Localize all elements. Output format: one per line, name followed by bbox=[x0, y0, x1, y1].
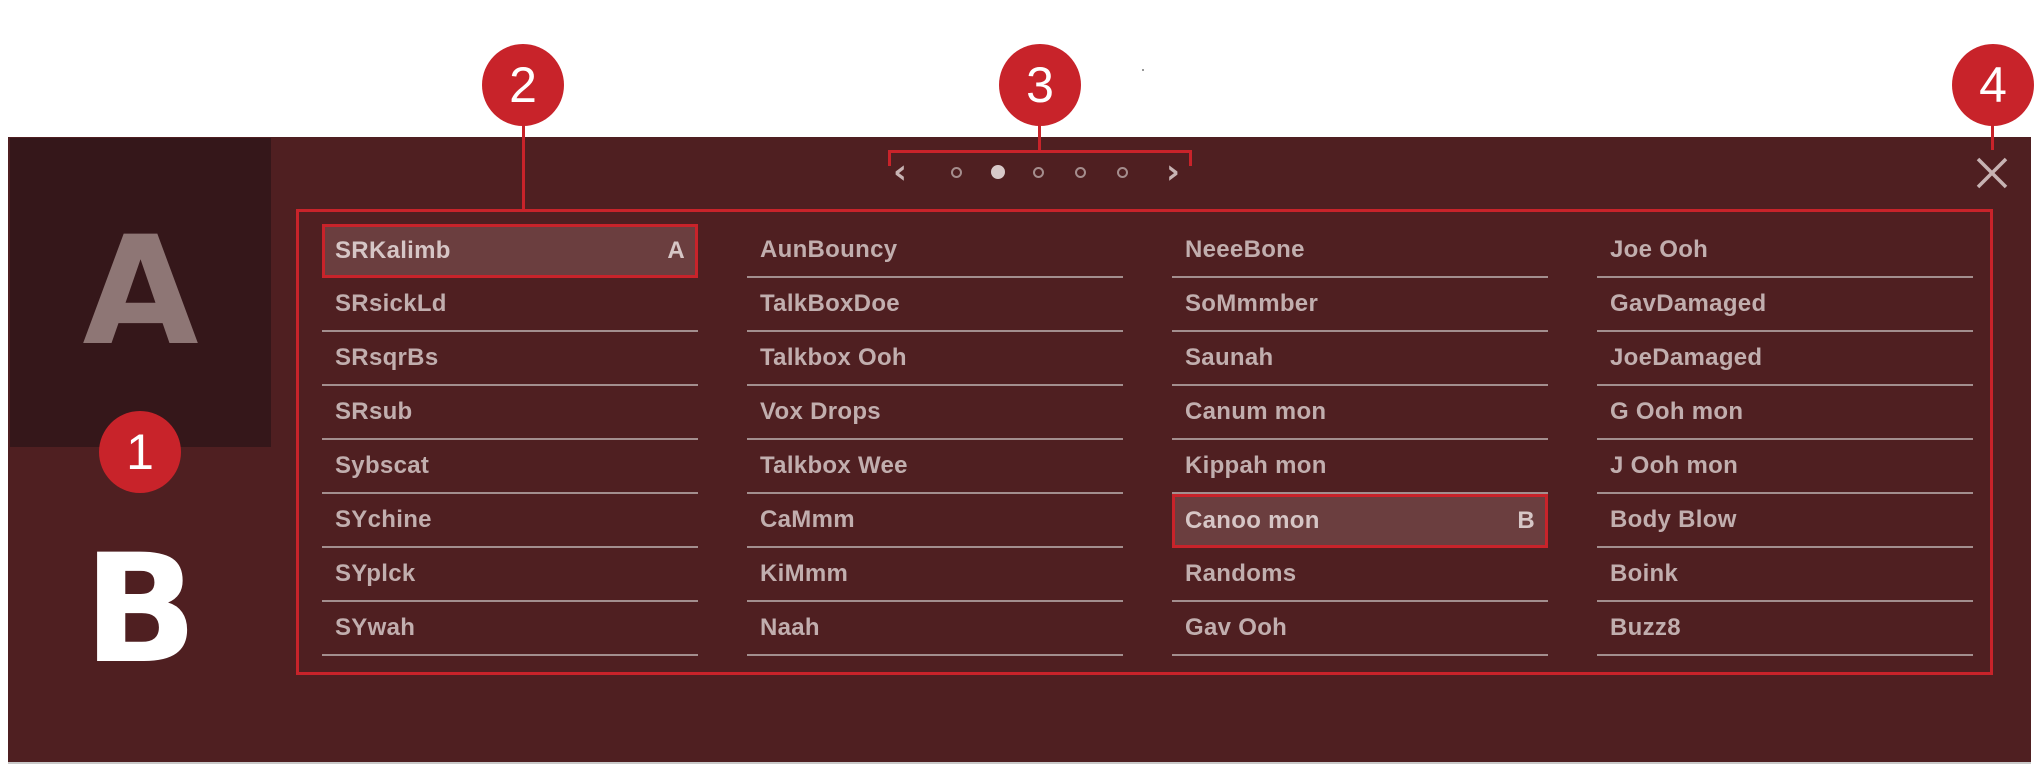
page-dot[interactable] bbox=[1117, 167, 1128, 178]
sound-item-label: G Ooh mon bbox=[1610, 398, 1744, 425]
sound-item[interactable]: Naah bbox=[747, 602, 1123, 656]
sound-item[interactable]: Vox Drops bbox=[747, 386, 1123, 440]
sound-item[interactable]: JoeDamaged bbox=[1597, 332, 1973, 386]
sound-item-label: Sybscat bbox=[335, 452, 430, 479]
sound-item[interactable]: SYwah bbox=[322, 602, 698, 656]
sound-item-label: SYwah bbox=[335, 614, 416, 641]
sound-item-selected[interactable]: Canoo mon B bbox=[1172, 494, 1548, 548]
sound-item[interactable]: SRsqrBs bbox=[322, 332, 698, 386]
sound-item-label: J Ooh mon bbox=[1610, 452, 1739, 479]
sound-item-label: Randoms bbox=[1185, 560, 1297, 587]
sound-item-label: SRKalimb bbox=[335, 237, 451, 264]
sound-item-label: Canoo mon bbox=[1185, 507, 1320, 534]
sound-item-label: Talkbox Ooh bbox=[760, 344, 907, 371]
sound-column: NeeeBone SoMmmber Saunah Canum mon Kippah mo… bbox=[1172, 224, 1548, 656]
sound-item-label: Talkbox Wee bbox=[760, 452, 908, 479]
sound-item[interactable]: J Ooh mon bbox=[1597, 440, 1973, 494]
page-dot[interactable] bbox=[1033, 167, 1044, 178]
page-dot[interactable] bbox=[951, 167, 962, 178]
slot-assignment-badge: B bbox=[1517, 507, 1535, 534]
sound-item[interactable]: SRsub bbox=[322, 386, 698, 440]
sound-item-label: JoeDamaged bbox=[1610, 344, 1763, 371]
sound-item[interactable]: G Ooh mon bbox=[1597, 386, 1973, 440]
sound-item-label: Canum mon bbox=[1185, 398, 1327, 425]
sound-item-label: Naah bbox=[760, 614, 820, 641]
sound-item-label: Buzz8 bbox=[1610, 614, 1681, 641]
callout-2: 2 bbox=[482, 44, 564, 126]
sound-item[interactable]: Kippah mon bbox=[1172, 440, 1548, 494]
sound-item[interactable]: Body Blow bbox=[1597, 494, 1973, 548]
sound-item-label: Joe Ooh bbox=[1610, 236, 1709, 263]
slot-b-label[interactable]: B bbox=[10, 535, 271, 685]
sound-item-selected[interactable]: SRKalimb A bbox=[322, 224, 698, 278]
sound-item-label: Body Blow bbox=[1610, 506, 1737, 533]
callout-4: 4 bbox=[1952, 44, 2034, 126]
sound-item-label: SoMmmber bbox=[1185, 290, 1319, 317]
sound-column: AunBouncy TalkBoxDoe Talkbox Ooh Vox Drops T… bbox=[747, 224, 1123, 656]
sound-item[interactable]: Canum mon bbox=[1172, 386, 1548, 440]
sound-item-label: TalkBoxDoe bbox=[760, 290, 900, 317]
sound-item-label: Boink bbox=[1610, 560, 1679, 587]
sound-item[interactable]: Buzz8 bbox=[1597, 602, 1973, 656]
page-dot-active[interactable] bbox=[991, 165, 1005, 179]
sound-item-label: KiMmm bbox=[760, 560, 849, 587]
sound-item[interactable]: Talkbox Ooh bbox=[747, 332, 1123, 386]
sound-item-label: Kippah mon bbox=[1185, 452, 1327, 479]
sound-item[interactable]: KiMmm bbox=[747, 548, 1123, 602]
pager-highlight-bracket bbox=[888, 150, 1192, 166]
callout-3: 3 bbox=[999, 44, 1081, 126]
callout-1: 1 bbox=[99, 411, 181, 493]
sound-item[interactable]: AunBouncy bbox=[747, 224, 1123, 278]
page-dot[interactable] bbox=[1075, 167, 1086, 178]
sound-item[interactable]: Boink bbox=[1597, 548, 1973, 602]
sound-item[interactable]: Sybscat bbox=[322, 440, 698, 494]
sound-item[interactable]: Gav Ooh bbox=[1172, 602, 1548, 656]
sound-item[interactable]: Randoms bbox=[1172, 548, 1548, 602]
sound-item-label: AunBouncy bbox=[760, 236, 898, 263]
sound-item[interactable]: Talkbox Wee bbox=[747, 440, 1123, 494]
sound-item[interactable]: Joe Ooh bbox=[1597, 224, 1973, 278]
sound-item-label: SYplck bbox=[335, 560, 416, 587]
sound-item-label: NeeeBone bbox=[1185, 236, 1305, 263]
sound-item[interactable]: SoMmmber bbox=[1172, 278, 1548, 332]
sound-item[interactable]: SYchine bbox=[322, 494, 698, 548]
sound-item-label: Vox Drops bbox=[760, 398, 881, 425]
callout-2-leader bbox=[522, 120, 525, 209]
sound-column: Joe Ooh GavDamaged JoeDamaged G Ooh mon J Oo… bbox=[1597, 224, 1973, 656]
sound-item-label: SYchine bbox=[335, 506, 432, 533]
sound-item[interactable]: SYplck bbox=[322, 548, 698, 602]
sound-item[interactable]: SRsickLd bbox=[322, 278, 698, 332]
sound-item-label: Gav Ooh bbox=[1185, 614, 1288, 641]
slot-assignment-badge: A bbox=[667, 237, 685, 264]
sound-item-label: CaMmm bbox=[760, 506, 855, 533]
sound-item[interactable]: CaMmm bbox=[747, 494, 1123, 548]
sound-item[interactable]: TalkBoxDoe bbox=[747, 278, 1123, 332]
sound-item-label: SRsickLd bbox=[335, 290, 447, 317]
slot-a-label[interactable]: A bbox=[10, 217, 271, 367]
sound-item[interactable]: GavDamaged bbox=[1597, 278, 1973, 332]
sound-item-label: GavDamaged bbox=[1610, 290, 1767, 317]
close-icon bbox=[1976, 157, 2008, 189]
sound-item[interactable]: NeeeBone bbox=[1172, 224, 1548, 278]
sound-column: SRKalimb A SRsickLd SRsqrBs SRsub Sybscat SYch… bbox=[322, 224, 698, 656]
sound-item[interactable]: Saunah bbox=[1172, 332, 1548, 386]
sound-item-label: Saunah bbox=[1185, 344, 1274, 371]
sound-item-label: SRsqrBs bbox=[335, 344, 439, 371]
artifact-dot bbox=[1142, 69, 1144, 71]
close-button[interactable] bbox=[1974, 155, 2010, 191]
sound-item-label: SRsub bbox=[335, 398, 413, 425]
